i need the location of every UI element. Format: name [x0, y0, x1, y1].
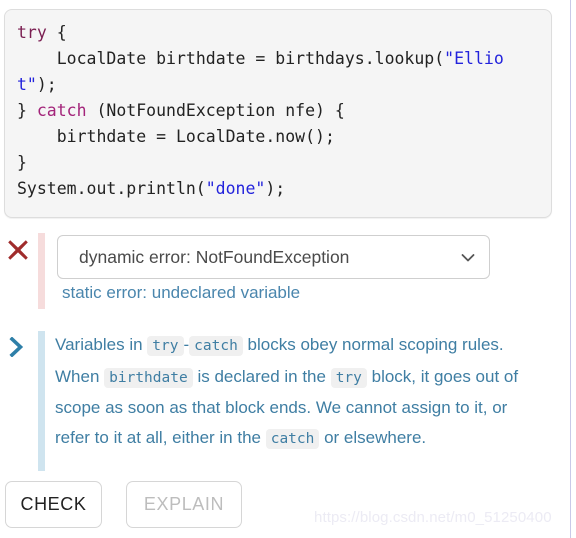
- error-type-select[interactable]: dynamic error: NotFoundException: [57, 235, 490, 279]
- code-block: try { LocalDate birthdate = birthdays.lo…: [4, 9, 552, 218]
- chevron-down-icon: [461, 251, 475, 265]
- check-button[interactable]: CHECK: [5, 481, 102, 528]
- inline-code-chip: catch: [189, 336, 243, 356]
- code-token: "Elliot": [17, 49, 504, 94]
- static-error-text: static error: undeclared variable: [62, 283, 301, 302]
- explain-button[interactable]: EXPLAIN: [126, 481, 242, 528]
- explanation-accent-bar: [38, 331, 45, 471]
- explanation-text: Variables in try - catch blocks obey norma…: [55, 335, 519, 449]
- code-token: "done": [205, 179, 266, 198]
- error-accent-bar: [38, 233, 45, 309]
- inline-code-chip: try: [147, 336, 184, 356]
- chevron-right-icon[interactable]: [9, 336, 27, 358]
- x-mark-icon: [7, 239, 29, 261]
- code-content: try { LocalDate birthdate = birthdays.lo…: [17, 23, 504, 198]
- inline-code-chip: birthdate: [104, 367, 193, 388]
- error-type-select-value: dynamic error: NotFoundException: [79, 247, 350, 267]
- inline-code-chip: catch: [265, 428, 320, 449]
- code-token: try: [17, 23, 47, 42]
- error-section: dynamic error: NotFoundException static …: [0, 233, 576, 315]
- inline-code-chip: try: [330, 367, 367, 388]
- watermark-text: https://blog.csdn.net/m0_51250400: [314, 509, 552, 526]
- explanation-section: Variables in try - catch blocks obey norma…: [0, 331, 576, 475]
- code-token: catch: [36, 101, 87, 120]
